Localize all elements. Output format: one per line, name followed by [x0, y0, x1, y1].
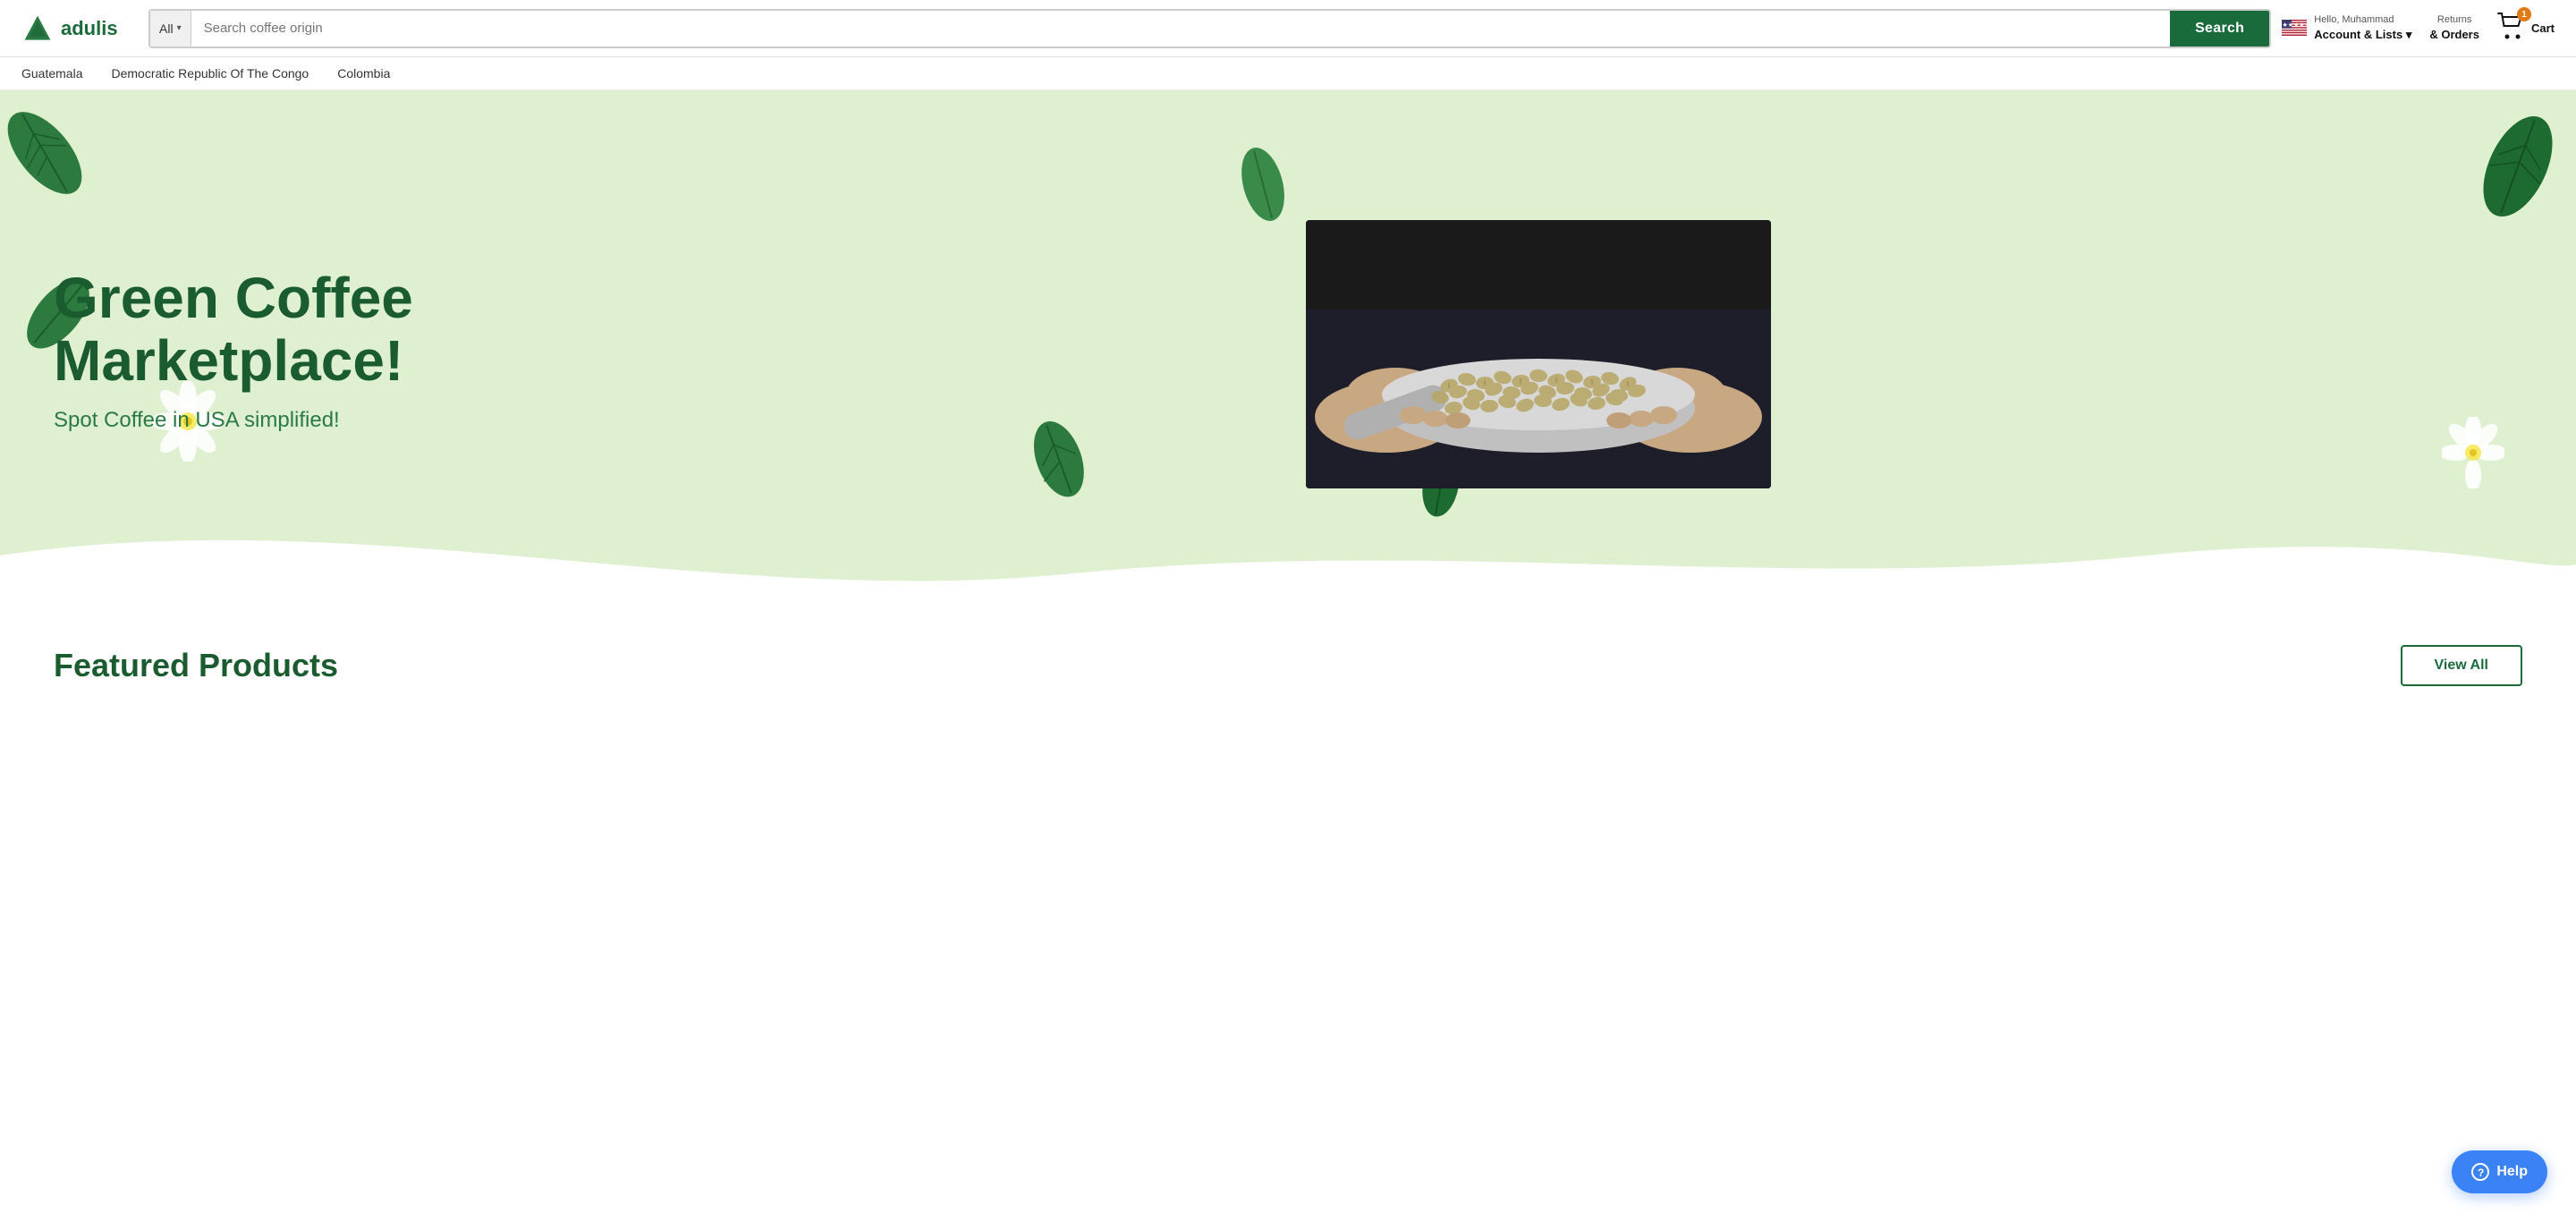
wave-decoration	[0, 502, 2576, 609]
hero-title: Green Coffee Marketplace!	[54, 267, 555, 393]
featured-title: Featured Products	[54, 647, 338, 684]
svg-text:?: ?	[2478, 1167, 2484, 1179]
svg-text:★★★★★★: ★★★★★★	[2283, 21, 2308, 29]
cart-icon-wrap: 1	[2497, 13, 2526, 44]
account-text: Hello, Muhammad Account & Lists ▾	[2314, 13, 2411, 44]
logo[interactable]: adulis	[21, 13, 138, 45]
help-circle-icon: ?	[2471, 1163, 2489, 1181]
search-category-label: All	[159, 21, 174, 36]
search-input[interactable]	[191, 11, 2170, 47]
cart-badge: 1	[2517, 7, 2531, 21]
cart-area[interactable]: 1 Cart	[2497, 13, 2555, 44]
us-flag-icon: ★★★★★★	[2282, 20, 2307, 36]
search-button[interactable]: Search	[2170, 11, 2269, 47]
hero-image-area	[555, 211, 2522, 488]
returns-orders[interactable]: Returns & Orders	[2429, 13, 2479, 44]
help-button[interactable]: ? Help	[2452, 1150, 2547, 1193]
help-label: Help	[2496, 1164, 2528, 1180]
view-all-button[interactable]: View All	[2401, 645, 2522, 686]
nav-item-guatemala[interactable]: Guatemala	[21, 66, 82, 81]
nav-item-drc[interactable]: Democratic Republic Of The Congo	[111, 66, 309, 81]
search-bar: All ▾ Search	[148, 9, 2271, 48]
cart-label: Cart	[2531, 21, 2555, 35]
header: adulis All ▾ Search	[0, 0, 2576, 57]
leaf-decoration-1	[0, 90, 103, 217]
featured-section: Featured Products View All	[0, 609, 2576, 704]
account-area[interactable]: ★★★★★★ Hello, Muhammad Account & Lists ▾	[2282, 13, 2411, 44]
nav-bar: Guatemala Democratic Republic Of The Con…	[0, 57, 2576, 90]
featured-header: Featured Products View All	[54, 645, 2522, 686]
orders-label: & Orders	[2429, 27, 2479, 43]
nav-item-colombia[interactable]: Colombia	[337, 66, 390, 81]
hero-image	[1306, 220, 1771, 488]
header-right: ★★★★★★ Hello, Muhammad Account & Lists ▾…	[2282, 13, 2555, 44]
logo-icon	[21, 13, 54, 45]
search-category-dropdown[interactable]: All ▾	[150, 11, 191, 47]
hero-subtitle: Spot Coffee in USA simplified!	[54, 408, 555, 433]
coffee-beans-image	[1306, 220, 1771, 488]
account-hello: Hello, Muhammad	[2314, 13, 2411, 27]
hero-content: Green Coffee Marketplace! Spot Coffee in…	[54, 267, 555, 434]
returns-label: Returns	[2429, 13, 2479, 27]
account-link: Account & Lists ▾	[2314, 27, 2411, 43]
logo-text: adulis	[61, 17, 118, 40]
hero-section: Green Coffee Marketplace! Spot Coffee in…	[0, 90, 2576, 609]
chevron-down-icon: ▾	[177, 23, 182, 33]
